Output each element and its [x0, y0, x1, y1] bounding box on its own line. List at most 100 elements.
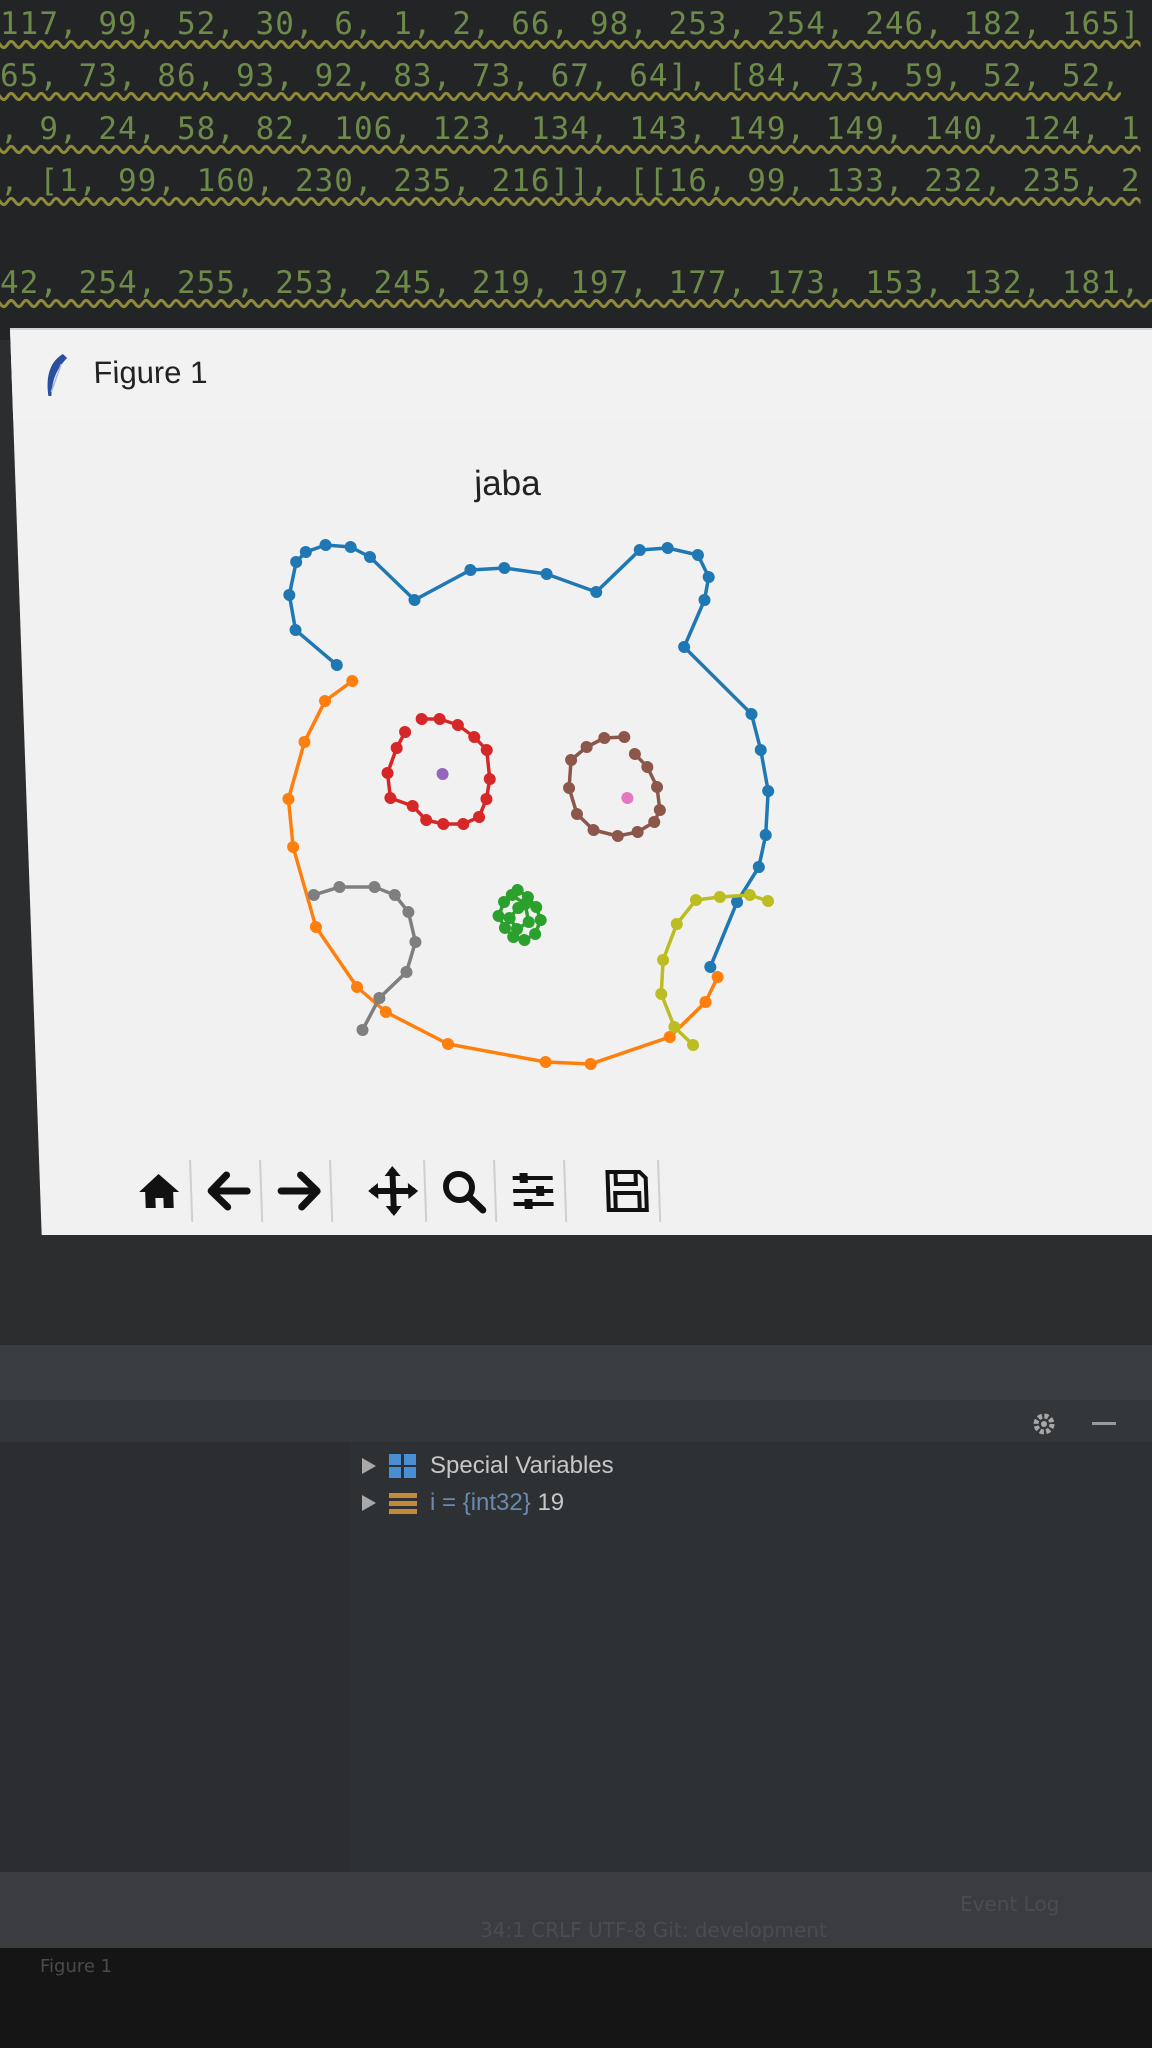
- event-log-label[interactable]: Event Log: [960, 1892, 1059, 1916]
- code-line-2: 65, 73, 86, 93, 92, 83, 73, 67, 64], [84…: [0, 58, 1121, 94]
- code-editor[interactable]: 117, 99, 52, 30, 6, 1, 2, 66, 98, 253, 2…: [0, 0, 1152, 340]
- code-line-1: 117, 99, 52, 30, 6, 1, 2, 66, 98, 253, 2…: [0, 6, 1141, 42]
- data-point: [388, 889, 401, 901]
- data-point: [451, 719, 464, 731]
- data-point: [687, 1039, 700, 1051]
- data-point: [351, 981, 364, 993]
- series-4: [563, 731, 666, 842]
- data-point: [473, 811, 486, 823]
- data-point: [745, 708, 758, 720]
- expand-arrow-icon[interactable]: [362, 1458, 376, 1474]
- data-point: [436, 768, 449, 780]
- data-point: [498, 562, 511, 574]
- data-point: [433, 713, 446, 725]
- data-point: [570, 808, 583, 820]
- debug-toolbar: [0, 1400, 1152, 1442]
- data-point: [441, 1038, 455, 1050]
- data-point: [437, 818, 450, 830]
- data-point: [363, 551, 377, 563]
- data-point: [759, 829, 772, 841]
- data-point: [754, 744, 767, 756]
- data-point: [678, 641, 691, 653]
- data-point: [611, 830, 624, 842]
- series-5: [621, 792, 634, 804]
- data-point: [480, 793, 493, 805]
- data-point: [641, 761, 654, 773]
- series-1: [282, 675, 724, 1070]
- code-line-3: , 9, 24, 58, 82, 106, 123, 134, 143, 149…: [0, 111, 1141, 147]
- data-point: [457, 818, 470, 830]
- taskbar: Figure 1: [0, 1948, 1152, 2048]
- data-point: [282, 793, 295, 805]
- data-point: [298, 736, 311, 748]
- data-point: [330, 659, 343, 671]
- pan-icon[interactable]: [361, 1160, 428, 1222]
- data-point: [368, 881, 381, 893]
- variable-icon: [389, 1493, 417, 1514]
- data-point: [762, 785, 775, 797]
- data-point: [356, 1024, 369, 1036]
- data-point: [618, 731, 631, 743]
- data-point: [390, 742, 403, 754]
- data-point: [492, 910, 505, 922]
- special-variables-icon: [389, 1454, 416, 1478]
- code-line-4: , [1, 99, 160, 230, 235, 216]], [[16, 99…: [0, 163, 1141, 199]
- data-point: [743, 889, 756, 901]
- frames-pane[interactable]: [0, 1442, 350, 1872]
- data-point: [584, 1058, 597, 1070]
- zoom-icon[interactable]: [431, 1160, 498, 1222]
- data-point: [539, 1056, 552, 1068]
- data-point: [661, 542, 674, 554]
- data-point: [711, 971, 724, 983]
- minimize-icon[interactable]: [1092, 1422, 1116, 1425]
- data-point: [289, 624, 302, 636]
- taskbar-item-figure[interactable]: Figure 1: [40, 1956, 112, 1977]
- variable-value: 19: [537, 1489, 565, 1516]
- data-point: [563, 782, 576, 794]
- data-point: [406, 800, 419, 812]
- data-point: [702, 571, 715, 583]
- series-6: [307, 881, 422, 1036]
- back-arrow-icon[interactable]: [197, 1160, 264, 1222]
- special-variables-row[interactable]: Special Variables: [362, 1449, 614, 1483]
- series-line: [313, 885, 418, 1031]
- forward-arrow-icon[interactable]: [267, 1160, 334, 1222]
- data-point: [283, 589, 296, 601]
- data-point: [480, 744, 493, 756]
- data-point: [319, 539, 332, 551]
- data-point: [628, 748, 641, 760]
- plot-area: jaba: [282, 464, 775, 1070]
- data-point: [691, 549, 704, 561]
- data-point: [621, 792, 634, 804]
- series-3: [436, 768, 449, 780]
- data-point: [704, 961, 717, 973]
- status-bar: Event Log 34:1 CRLF UTF-8 Git: developme…: [0, 1872, 1152, 1948]
- data-point: [402, 906, 415, 918]
- data-point: [420, 814, 433, 826]
- navigation-toolbar: [127, 1160, 662, 1228]
- data-point: [540, 568, 553, 580]
- special-variables-label: Special Variables: [430, 1452, 614, 1479]
- data-point: [713, 891, 726, 903]
- data-point: [379, 1006, 392, 1018]
- configure-subplots-icon[interactable]: [501, 1160, 568, 1222]
- variable-row-i[interactable]: i = {int32} 19: [362, 1486, 564, 1520]
- data-point: [483, 773, 496, 785]
- expand-arrow-icon[interactable]: [362, 1495, 376, 1511]
- series-line: [567, 735, 662, 838]
- data-point: [587, 824, 600, 836]
- data-point: [534, 914, 547, 926]
- data-point: [333, 881, 346, 893]
- data-point: [651, 781, 664, 793]
- variable-type: = {int32}: [435, 1489, 538, 1516]
- data-point: [762, 895, 775, 907]
- data-point: [344, 541, 357, 553]
- gear-icon[interactable]: [1030, 1410, 1058, 1438]
- data-point: [399, 726, 412, 738]
- figure-window: Figure 1 jaba: [10, 328, 1152, 1235]
- home-icon[interactable]: [127, 1160, 194, 1222]
- data-point: [309, 921, 322, 933]
- data-point: [415, 713, 428, 725]
- save-icon[interactable]: [595, 1160, 662, 1222]
- code-line-5: 42, 254, 255, 253, 245, 219, 197, 177, 1…: [0, 265, 1152, 301]
